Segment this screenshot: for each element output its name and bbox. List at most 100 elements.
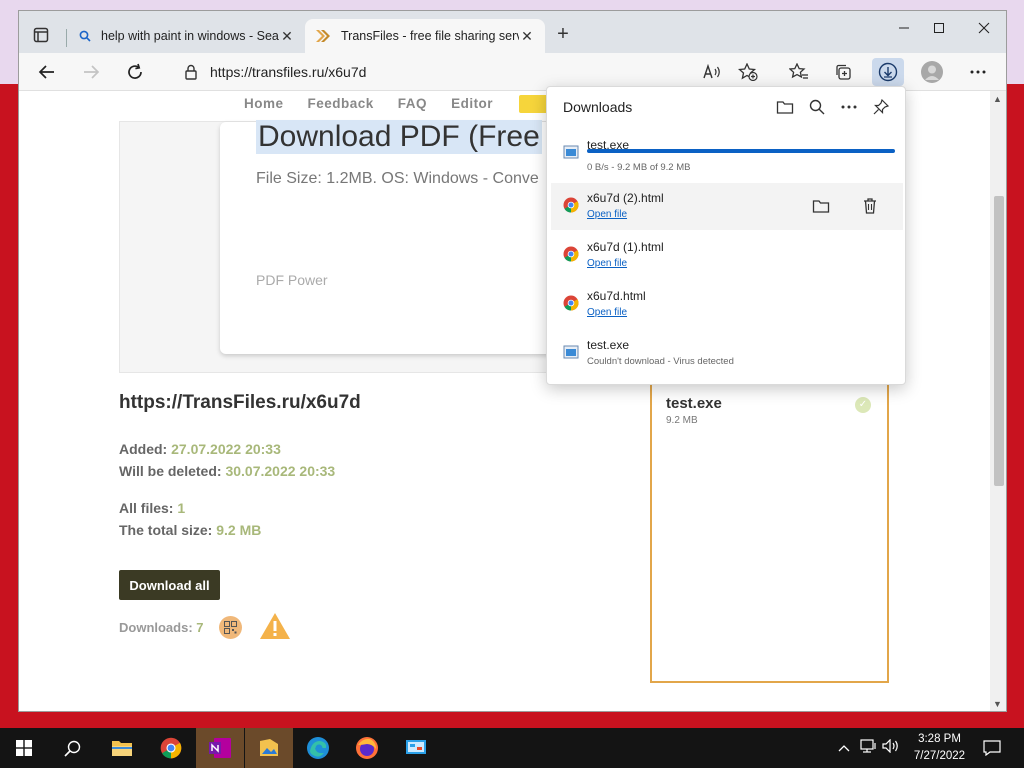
file-card[interactable]: test.exe 9.2 MB ✓ xyxy=(650,369,889,683)
profile-button[interactable] xyxy=(919,60,945,84)
all-files-row: All files: 1 xyxy=(119,500,185,516)
show-hidden-icons-icon[interactable] xyxy=(838,739,856,757)
page-scrollbar[interactable]: ▲ ▼ xyxy=(990,91,1006,711)
favorites-icon xyxy=(789,63,808,79)
chrome-icon xyxy=(563,197,579,213)
added-value: 27.07.2022 20:33 xyxy=(171,441,281,457)
nav-editor[interactable]: Editor xyxy=(451,96,493,111)
control-panel-icon xyxy=(406,740,426,754)
address-url[interactable]: https://transfiles.ru/x6u7d xyxy=(210,64,366,80)
download-item[interactable]: x6u7d.html Open file xyxy=(551,281,903,328)
action-center-button[interactable] xyxy=(972,728,1012,768)
read-aloud-icon xyxy=(703,64,720,79)
taskbar-clock[interactable]: 3:28 PM 7/27/2022 xyxy=(902,731,977,765)
tab-search[interactable]: help with paint in windows - Sea ✕ xyxy=(69,19,305,53)
nav-home[interactable]: Home xyxy=(244,96,284,111)
new-tab-button[interactable]: + xyxy=(553,24,573,45)
taskbar-chrome[interactable] xyxy=(147,728,195,768)
open-file-link[interactable]: Open file xyxy=(587,209,627,220)
qr-code-icon xyxy=(224,621,237,634)
taskbar-firefox[interactable] xyxy=(343,728,391,768)
photos-icon xyxy=(260,739,278,756)
back-arrow-icon xyxy=(38,65,54,79)
download-status: Couldn't download - Virus detected xyxy=(587,356,734,367)
close-tab-icon[interactable]: ✕ xyxy=(519,28,535,45)
nav-feedback[interactable]: Feedback xyxy=(308,96,374,111)
taskbar-photos[interactable] xyxy=(245,728,293,768)
lock-icon xyxy=(185,64,197,80)
maximize-button[interactable] xyxy=(924,21,954,43)
taskbar-file-explorer[interactable] xyxy=(98,728,146,768)
ad-info: File Size: 1.2MB. OS: Windows - Conve xyxy=(256,170,539,187)
network-icon[interactable] xyxy=(860,738,882,758)
folder-icon xyxy=(776,101,794,114)
back-button[interactable] xyxy=(34,60,60,84)
tab-title: TransFiles - free file sharing serv xyxy=(341,29,519,43)
taskbar-control-panel[interactable] xyxy=(392,728,440,768)
download-item[interactable]: test.exe Couldn't download - Virus detec… xyxy=(551,330,903,377)
download-file-name: x6u7d (2).html xyxy=(587,191,664,205)
nav-faq[interactable]: FAQ xyxy=(398,96,427,111)
start-button[interactable] xyxy=(0,728,48,768)
close-window-button[interactable] xyxy=(969,21,999,43)
qr-code-button[interactable] xyxy=(219,616,242,639)
downloads-button[interactable] xyxy=(872,58,904,86)
forward-button[interactable] xyxy=(78,60,104,84)
scroll-down-arrow-icon[interactable]: ▼ xyxy=(993,699,1002,709)
deleted-row: Will be deleted: 30.07.2022 20:33 xyxy=(119,463,335,479)
avatar-icon xyxy=(921,61,943,83)
add-favorite-button[interactable] xyxy=(735,60,761,84)
downloads-value: 7 xyxy=(196,620,204,635)
read-aloud-button[interactable] xyxy=(699,60,725,84)
chrome-icon xyxy=(563,246,579,262)
tab-actions-button[interactable] xyxy=(27,21,55,49)
minimize-button[interactable] xyxy=(889,21,919,43)
refresh-button[interactable] xyxy=(122,60,148,84)
favorites-button[interactable] xyxy=(786,60,812,84)
open-file-link[interactable]: Open file xyxy=(587,307,627,318)
settings-menu-button[interactable] xyxy=(965,60,991,84)
file-explorer-icon xyxy=(112,741,132,756)
ad-title[interactable]: Download PDF (Free xyxy=(256,120,542,154)
all-files-label: All files: xyxy=(119,500,174,516)
tab-actions-icon xyxy=(33,27,49,43)
volume-icon[interactable] xyxy=(882,738,904,758)
open-file-link[interactable]: Open file xyxy=(587,258,627,269)
all-files-value: 1 xyxy=(177,500,186,516)
more-icon xyxy=(970,70,986,74)
clock-time: 3:28 PM xyxy=(918,733,961,745)
search-downloads-button[interactable] xyxy=(806,96,828,118)
site-nav: Home Feedback FAQ Editor xyxy=(244,96,493,111)
download-item[interactable]: test.exe 0 B/s - 9.2 MB of 9.2 MB xyxy=(551,130,903,177)
pin-downloads-button[interactable] xyxy=(870,96,892,118)
downloads-more-button[interactable] xyxy=(838,96,860,118)
download-item[interactable]: x6u7d (1).html Open file xyxy=(551,232,903,279)
show-in-folder-button[interactable] xyxy=(810,195,832,217)
search-icon xyxy=(79,30,91,42)
deleted-label: Will be deleted: xyxy=(119,463,222,479)
download-item[interactable]: x6u7d (2).html Open file xyxy=(551,183,903,230)
taskbar-edge[interactable] xyxy=(294,728,342,768)
ad-card[interactable]: Download PDF (Free File Size: 1.2MB. OS:… xyxy=(220,120,580,354)
edge-icon xyxy=(307,737,329,759)
report-button[interactable] xyxy=(259,612,291,645)
search-button[interactable] xyxy=(48,728,96,768)
download-file-name: test.exe xyxy=(587,338,630,352)
close-icon xyxy=(978,22,990,34)
total-size-label: The total size: xyxy=(119,522,213,538)
scrollbar-thumb[interactable] xyxy=(994,196,1004,486)
address-bar[interactable]: https://transfiles.ru/x6u7d xyxy=(169,57,714,87)
taskbar-onenote[interactable] xyxy=(196,728,244,768)
download-all-button[interactable]: Download all xyxy=(119,570,220,600)
ad-footer: PDF Power xyxy=(256,272,328,288)
scroll-up-arrow-icon[interactable]: ▲ xyxy=(993,94,1002,104)
open-downloads-folder-button[interactable] xyxy=(774,96,796,118)
tab-bar: help with paint in windows - Sea ✕ Trans… xyxy=(19,11,1006,53)
delete-download-button[interactable] xyxy=(859,195,881,217)
tab-title: help with paint in windows - Sea xyxy=(101,29,279,43)
download-file-name: x6u7d (1).html xyxy=(587,240,664,254)
file-card-name: test.exe xyxy=(666,395,722,412)
collections-button[interactable] xyxy=(830,60,856,84)
close-tab-icon[interactable]: ✕ xyxy=(279,28,295,45)
tab-transfiles[interactable]: TransFiles - free file sharing serv ✕ xyxy=(305,19,545,53)
